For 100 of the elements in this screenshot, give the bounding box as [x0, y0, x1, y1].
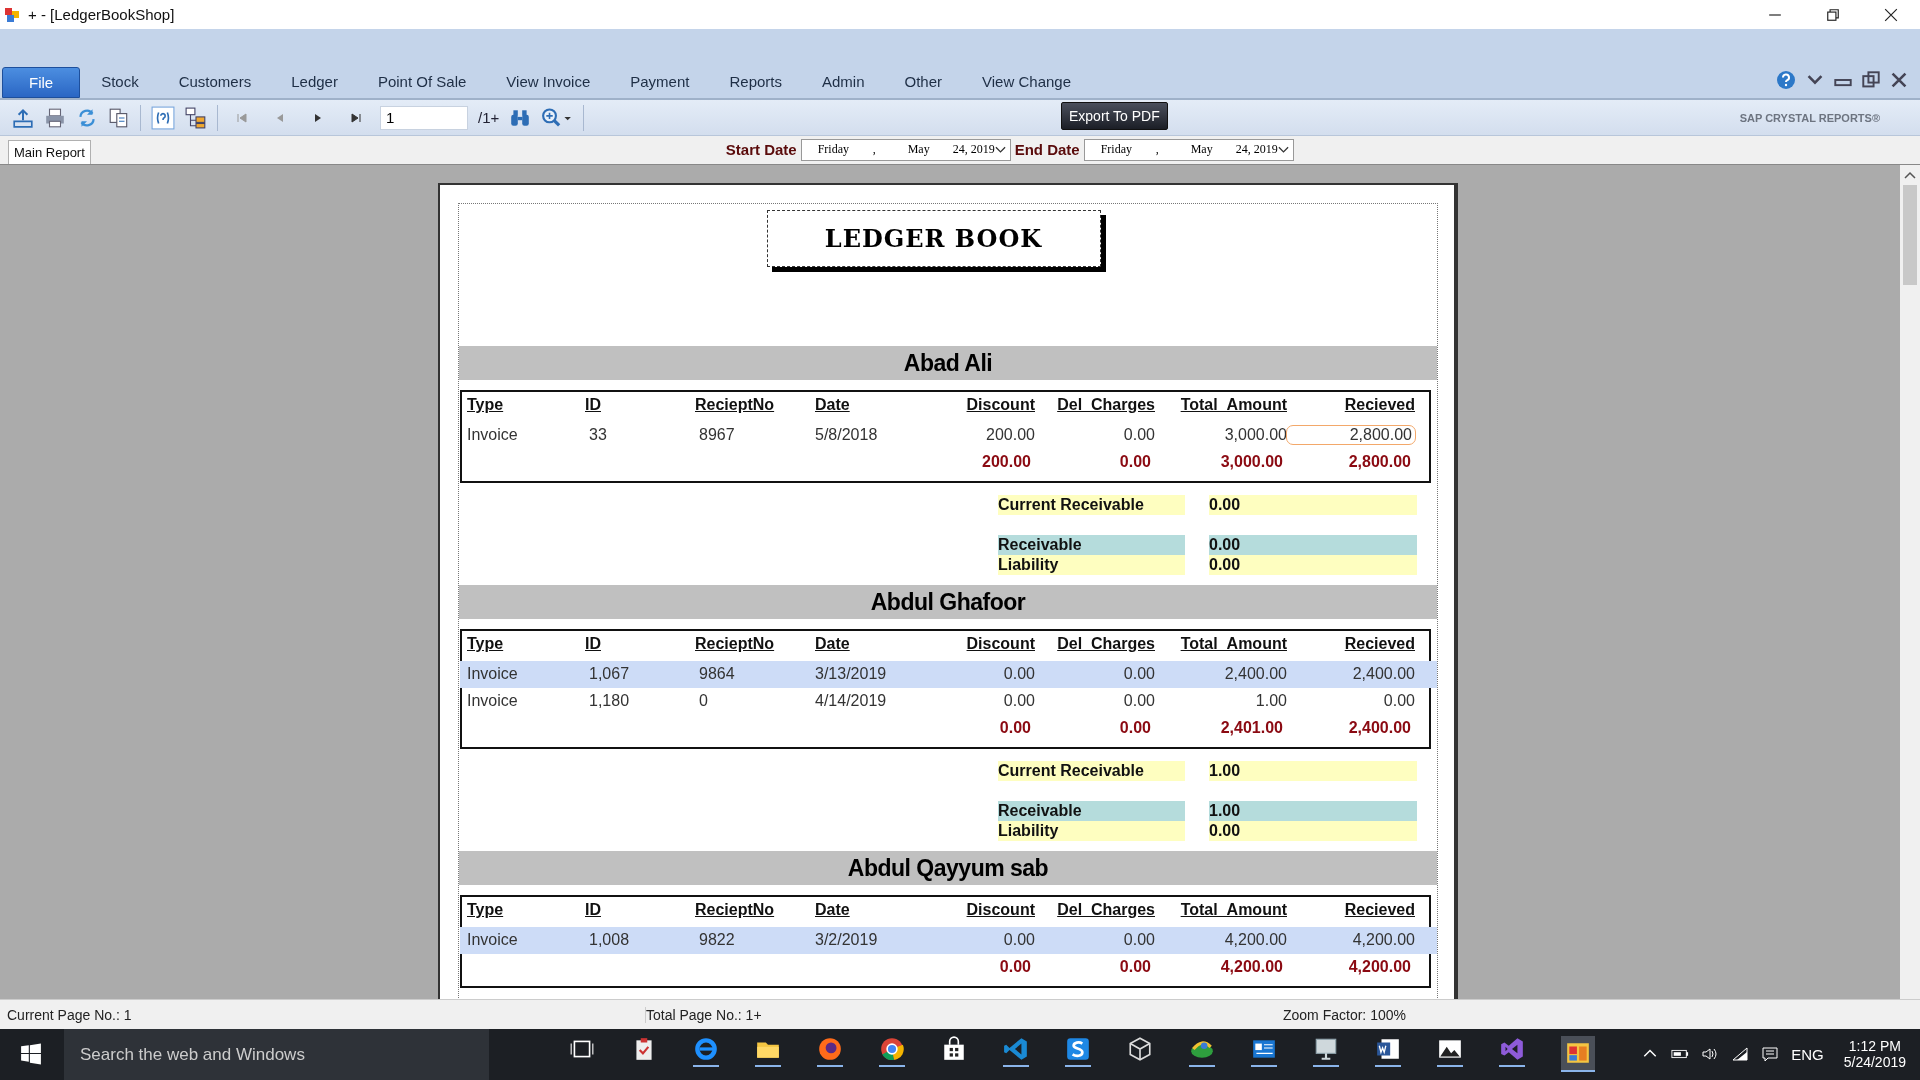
total-cell-text: 200.00 [981, 452, 1032, 471]
date-label: End Date [1014, 141, 1080, 159]
total-cell-text: 0.00 [1118, 957, 1152, 976]
customer-name-bar: Abad Ali [459, 345, 1437, 380]
table-row[interactable]: Invoice 1,067 9864 3/13/2019 0.00 0.00 2,400.00 2,400.00 [460, 660, 1437, 688]
summary-label: Liability [998, 554, 1185, 575]
column-header: Type [467, 900, 505, 919]
caret-down-icon[interactable] [994, 145, 1006, 154]
tree-icon[interactable] [185, 106, 207, 129]
tile-icon[interactable] [1065, 1036, 1091, 1068]
table-row[interactable]: Invoice 1,180 0 4/14/2019 0.00 0.00 1.00 0.00 [460, 687, 1437, 715]
menu-tab[interactable]: Point Of Sale [358, 66, 486, 98]
wheel-icon[interactable] [879, 1036, 905, 1068]
tooltip: Export To PDF [1061, 101, 1168, 130]
help-icon[interactable] [1776, 69, 1796, 90]
menu-tab[interactable]: Reports [710, 66, 801, 98]
column-header: Del_Charges [1056, 900, 1155, 919]
summary-value: 0.00 [1209, 554, 1417, 575]
status-text: Zoom Factor: 100% [1283, 1006, 1406, 1023]
clock-time[interactable]: 1:12 PM [1848, 1038, 1901, 1055]
export-icon[interactable] [12, 106, 34, 129]
menu-tab[interactable]: View Change [963, 66, 1090, 98]
date-picker[interactable]: Friday , May 24, 2019 [800, 138, 1011, 161]
notification-icon[interactable] [1761, 1046, 1780, 1063]
page-count: /1+ [478, 109, 500, 127]
menu-tab[interactable]: View Invoice [487, 66, 610, 98]
angle-icon[interactable] [1003, 1036, 1029, 1068]
page-number-field[interactable]: 1 [380, 105, 468, 130]
scroll-up-icon[interactable] [1904, 170, 1916, 179]
document-icon[interactable] [1375, 1036, 1401, 1068]
table-row[interactable]: Invoice 33 8967 5/8/2018 200.00 0.00 3,000.00 2,800.00 [460, 421, 1437, 449]
date-label: Start Date [725, 141, 797, 159]
scrollbar[interactable] [1900, 164, 1920, 999]
restore-icon[interactable] [1826, 7, 1840, 22]
speaker-icon[interactable] [1701, 1046, 1720, 1063]
menu-tab[interactable]: Other [885, 66, 962, 98]
caret-down-icon[interactable] [1277, 145, 1289, 154]
total-cell-text: 0.00 [1118, 718, 1152, 737]
last-page-icon[interactable] [349, 110, 363, 125]
column-header: RecieptNo [695, 634, 776, 653]
summary-value: 0.00 [1209, 534, 1417, 555]
app-window-icon[interactable] [1561, 1036, 1595, 1073]
column-header: Discount [965, 900, 1035, 919]
summary-value: 1.00 [1209, 800, 1417, 821]
ring-icon[interactable] [693, 1036, 719, 1068]
total-cell-text: 3,000.00 [1219, 452, 1284, 471]
column-header: Recieved [1343, 634, 1415, 653]
windows-logo-icon[interactable] [20, 1043, 42, 1066]
summary-label: Receivable [998, 800, 1185, 821]
monitor-icon[interactable] [1313, 1036, 1339, 1068]
report-tab[interactable]: Main Report [8, 139, 91, 164]
summary-value: 0.00 [1209, 820, 1417, 841]
total-cell-text: 0.00 [998, 957, 1032, 976]
print-icon[interactable] [44, 106, 66, 129]
column-header: ID [585, 900, 602, 919]
column-header: Type [467, 395, 505, 414]
summary-label: Liability [998, 820, 1185, 841]
total-cell-text: 0.00 [1118, 452, 1152, 471]
loop-icon[interactable] [1499, 1036, 1525, 1068]
column-header: Discount [965, 395, 1035, 414]
copy-icon[interactable] [108, 106, 130, 129]
column-header: Total_Amount [1179, 634, 1287, 653]
total-cell-text: 2,401.00 [1219, 718, 1284, 737]
total-cell-text: 4,200.00 [1219, 957, 1284, 976]
customer-name-bar: Abdul Qayyum sab [459, 850, 1437, 885]
close-icon[interactable] [1890, 70, 1908, 89]
column-header: Recieved [1343, 395, 1415, 414]
refresh-icon[interactable] [76, 106, 98, 129]
help-icon[interactable] [151, 105, 175, 130]
search-field[interactable]: Search the web and Windows [64, 1029, 489, 1080]
summary-label: Current Receivable [998, 494, 1185, 515]
column-header: Recieved [1343, 900, 1415, 919]
column-header: Type [467, 634, 505, 653]
total-cell-text: 0.00 [998, 718, 1032, 737]
language-indicator[interactable]: ENG [1791, 1046, 1824, 1063]
shopping-bag-icon[interactable] [941, 1036, 967, 1063]
menu-tab[interactable]: Payment [611, 66, 709, 98]
close-icon[interactable] [1884, 7, 1898, 22]
column-header: Total_Amount [1179, 900, 1287, 919]
wifi-icon[interactable] [1731, 1046, 1750, 1063]
menu-tab[interactable]: Admin [803, 66, 884, 98]
menu-tab[interactable]: Stock [82, 66, 158, 98]
column-header: ID [585, 634, 602, 653]
column-header: Date [815, 634, 851, 653]
scroll-thumb[interactable] [1903, 184, 1917, 285]
clock-date[interactable]: 5/24/2019 [1843, 1054, 1906, 1071]
summary-label: Receivable [998, 534, 1185, 555]
menu-tab[interactable]: Ledger [272, 66, 357, 98]
restore-icon[interactable] [1862, 70, 1880, 89]
menu-tab[interactable]: Customers [159, 66, 271, 98]
total-cell-text: 2,800.00 [1347, 452, 1412, 471]
summary-label: Current Receivable [998, 760, 1185, 781]
menu-tab[interactable]: File [2, 66, 81, 98]
cube-icon[interactable] [1127, 1036, 1153, 1063]
date-picker[interactable]: Friday , May 24, 2019 [1083, 138, 1294, 161]
column-header: Date [815, 900, 851, 919]
table-row[interactable]: Invoice 1,008 9822 3/2/2019 0.00 0.00 4,200.00 4,200.00 [460, 926, 1437, 954]
column-header: RecieptNo [695, 900, 776, 919]
total-cell-text: 4,200.00 [1347, 957, 1412, 976]
globe-icon[interactable] [817, 1036, 843, 1068]
